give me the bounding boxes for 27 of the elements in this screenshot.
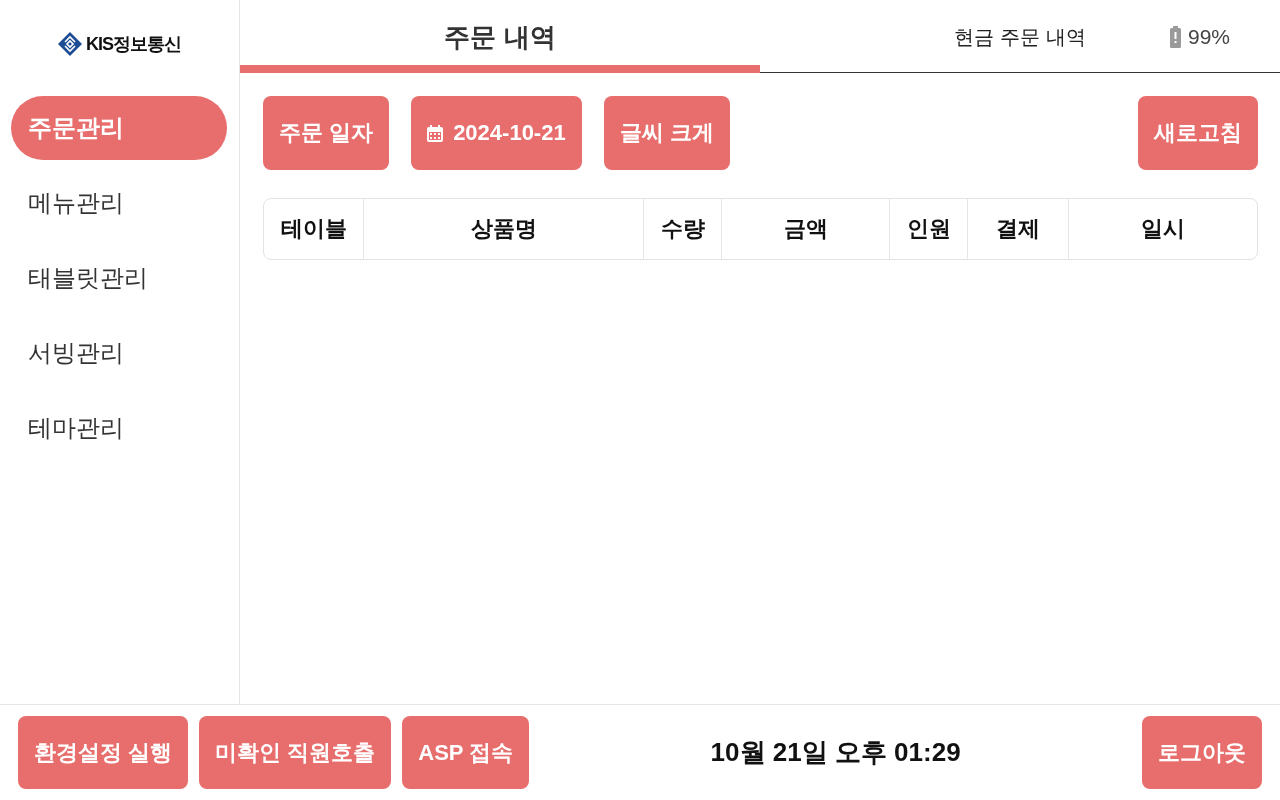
tab[interactable]: 주문 내역 bbox=[240, 0, 760, 73]
diamond-logo-icon bbox=[58, 32, 82, 56]
footer-button[interactable]: 환경설정 실행 bbox=[18, 716, 189, 789]
sidebar-item[interactable]: 태블릿관리 bbox=[11, 246, 227, 310]
date-time: 10월 21일 오후 01:29 bbox=[709, 736, 962, 769]
sidebar-item[interactable]: 주문관리 bbox=[11, 96, 227, 160]
sidebar-item[interactable]: 테마관리 bbox=[11, 396, 227, 460]
toolbar-button[interactable]: 글씨 크게 bbox=[603, 96, 730, 170]
toolbar-button[interactable]: 주문 일자 bbox=[263, 96, 390, 170]
logo-text: KIS정보통신 bbox=[86, 33, 181, 56]
column-header: 수량 bbox=[643, 199, 721, 259]
column-header: 결제 bbox=[967, 199, 1068, 259]
column-header: 테이블 bbox=[279, 215, 348, 243]
calendar-icon bbox=[427, 124, 444, 142]
column-header: 상품명 bbox=[363, 199, 643, 259]
column-header: 인원 bbox=[889, 199, 967, 259]
sidebar-item[interactable]: 서빙관리 bbox=[11, 321, 227, 385]
battery-icon bbox=[1169, 26, 1181, 48]
date-button[interactable]: 2024-10-21 bbox=[411, 96, 582, 170]
footer-button[interactable]: 미확인 직원호출 bbox=[199, 716, 392, 789]
refresh-button[interactable]: 새로고침 bbox=[1138, 96, 1258, 170]
sidebar-item[interactable]: 메뉴관리 bbox=[11, 171, 227, 235]
column-header: 금액 bbox=[721, 199, 889, 259]
battery-level: 99% bbox=[1187, 25, 1230, 49]
logout-button[interactable]: 로그아웃 bbox=[1142, 716, 1262, 789]
column-header: 일시 bbox=[1068, 199, 1257, 259]
footer-button[interactable]: ASP 접속 bbox=[402, 716, 530, 789]
